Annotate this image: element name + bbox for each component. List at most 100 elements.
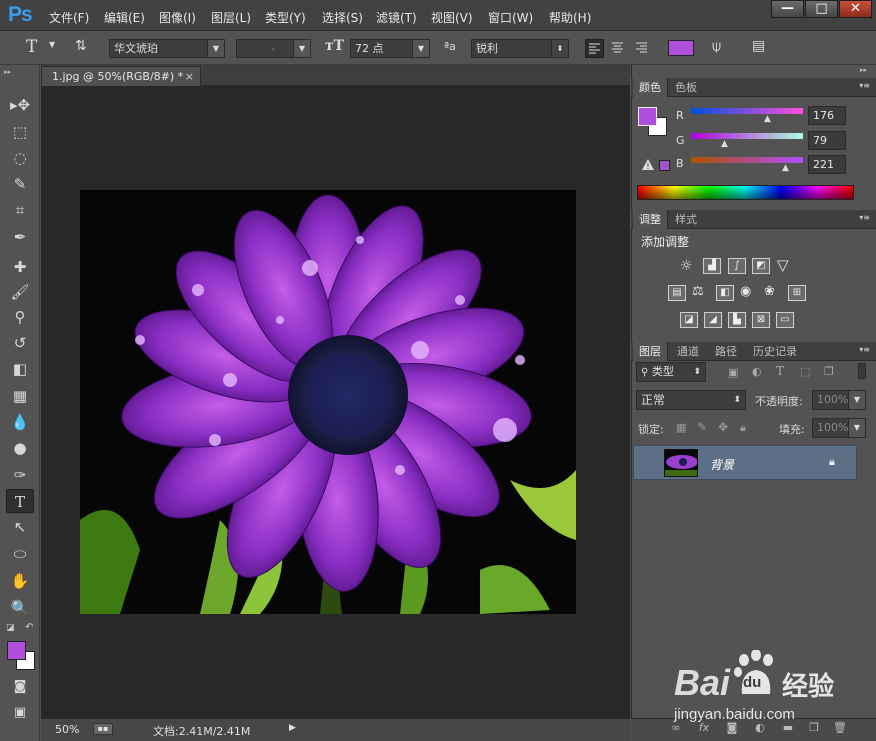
status-indicator-icon[interactable]: ▪▪	[93, 723, 113, 735]
preset-dropdown-icon[interactable]: ▼	[49, 40, 55, 49]
filter-pixel-icon[interactable]: ▣	[728, 366, 738, 379]
document-image[interactable]	[80, 190, 576, 614]
move-tool-icon[interactable]: ▸✥	[6, 93, 34, 117]
menu-select[interactable]: 选择(S)	[322, 9, 363, 26]
threshold-icon[interactable]: ▙	[728, 312, 746, 328]
filter-adjustment-icon[interactable]: ◐	[752, 365, 762, 378]
color-panel-foreground-swatch[interactable]	[638, 107, 657, 126]
zoom-tool-icon[interactable]: 🔍	[6, 596, 34, 620]
black-white-icon[interactable]: ◧	[716, 285, 734, 301]
eraser-tool-icon[interactable]: ◧	[6, 357, 34, 381]
opacity-input[interactable]: 100% ▼	[812, 390, 866, 410]
slider-thumb-icon[interactable]: ▲	[782, 163, 789, 173]
healing-brush-tool-icon[interactable]: ✚	[6, 255, 34, 279]
channel-r-value[interactable]: 176	[808, 106, 846, 125]
filter-smart-object-icon[interactable]: ❐	[824, 365, 834, 378]
warp-text-icon[interactable]: ⍦	[712, 37, 721, 55]
lock-transparent-icon[interactable]: ▦	[676, 421, 686, 434]
menu-view[interactable]: 视图(V)	[431, 9, 473, 26]
brightness-contrast-icon[interactable]: ☼	[680, 258, 693, 274]
screen-mode-icon[interactable]: ▣	[6, 701, 34, 725]
menu-image[interactable]: 图像(I)	[159, 9, 196, 26]
text-color-swatch[interactable]	[668, 40, 694, 56]
gradient-map-icon[interactable]: ▭	[776, 312, 794, 328]
clone-stamp-tool-icon[interactable]: ⚲	[6, 305, 34, 329]
align-left-button[interactable]	[585, 39, 604, 58]
color-balance-icon[interactable]: ⚖	[692, 284, 704, 299]
menu-type[interactable]: 类型(Y)	[265, 9, 306, 26]
gradient-tool-icon[interactable]: ▦	[6, 384, 34, 408]
channel-b-value[interactable]: 221	[808, 155, 846, 174]
font-style-select[interactable]: - ▼	[236, 39, 311, 58]
menu-edit[interactable]: 编辑(E)	[104, 9, 145, 26]
close-window-button[interactable]: ✕	[839, 0, 872, 18]
zoom-level[interactable]: 50%	[55, 723, 79, 736]
invert-icon[interactable]: ◪	[680, 312, 698, 328]
vibrance-icon[interactable]: ▽	[777, 256, 789, 274]
panel-menu-icon[interactable]: ▾≡	[859, 81, 870, 90]
path-selection-tool-icon[interactable]: ↖	[6, 515, 34, 539]
selective-color-icon[interactable]: ⊠	[752, 312, 770, 328]
marquee-tool-icon[interactable]: ⬚	[6, 120, 34, 144]
quick-mask-icon[interactable]: ◙	[6, 675, 34, 699]
swap-colors-icon[interactable]: ↶	[25, 622, 33, 633]
slider-thumb-icon[interactable]: ▲	[764, 114, 771, 124]
curves-icon[interactable]: ∫	[728, 258, 746, 274]
crop-tool-icon[interactable]: ⌗	[6, 198, 34, 222]
lock-pixels-icon[interactable]: ✎	[697, 420, 707, 434]
hue-saturation-icon[interactable]: ▤	[668, 285, 686, 301]
menu-file[interactable]: 文件(F)	[49, 9, 89, 26]
posterize-icon[interactable]: ◢	[704, 312, 722, 328]
out-of-gamut-warning-icon[interactable]: !	[642, 159, 654, 171]
tab-paths[interactable]: 路径	[709, 342, 743, 361]
hand-tool-icon[interactable]: ✋	[6, 569, 34, 593]
tab-layers[interactable]: 图层	[633, 342, 668, 361]
tab-swatches[interactable]: 色板	[669, 78, 703, 97]
layer-name[interactable]: 背景	[710, 456, 734, 473]
eyedropper-tool-icon[interactable]: ✒	[6, 225, 34, 249]
lock-all-icon[interactable]: 🔒︎	[740, 421, 746, 435]
tab-color[interactable]: 颜色	[633, 78, 668, 97]
panel-menu-icon[interactable]: ▾≡	[859, 345, 870, 354]
lasso-tool-icon[interactable]: ◌	[6, 146, 34, 170]
layer-filter-select[interactable]: ⚲ 类型 ⬍	[636, 362, 706, 382]
gamut-swatch[interactable]	[659, 160, 670, 171]
channel-g-slider[interactable]	[691, 133, 803, 139]
quick-selection-tool-icon[interactable]: ✎	[6, 172, 34, 196]
tab-styles[interactable]: 样式	[669, 210, 703, 229]
dock-collapse-icon[interactable]: ▸▸	[860, 66, 867, 74]
dodge-tool-icon[interactable]: ●	[6, 436, 34, 460]
history-brush-tool-icon[interactable]: ↺	[6, 331, 34, 355]
document-tab[interactable]: 1.jpg @ 50%(RGB/8#) * ×	[41, 66, 201, 86]
brush-tool-icon[interactable]: 🖌	[6, 280, 34, 304]
antialias-select[interactable]: 锐利 ⬍	[471, 39, 569, 58]
font-family-select[interactable]: 华文琥珀 ▼	[109, 39, 225, 58]
photo-filter-icon[interactable]: ◉	[740, 284, 751, 299]
fill-input[interactable]: 100% ▼	[812, 418, 866, 438]
ellipse-tool-icon[interactable]: ⬭	[6, 542, 34, 566]
maximize-button[interactable]: □	[805, 0, 838, 18]
default-colors-icon[interactable]: ◪	[6, 623, 15, 633]
blur-tool-icon[interactable]: 💧	[6, 410, 34, 434]
menu-filter[interactable]: 滤镜(T)	[376, 9, 417, 26]
channel-mixer-icon[interactable]: ❀	[764, 284, 775, 299]
tab-adjustments[interactable]: 调整	[633, 210, 668, 229]
blend-mode-select[interactable]: 正常 ⬍	[636, 390, 746, 410]
pen-tool-icon[interactable]: ✑	[6, 463, 34, 487]
layer-row[interactable]: 背景 🔒︎	[633, 445, 857, 480]
tab-channels[interactable]: 通道	[671, 342, 705, 361]
menu-layer[interactable]: 图层(L)	[211, 9, 251, 26]
filter-toggle[interactable]	[858, 363, 866, 379]
font-size-select[interactable]: 72 点 ▼	[350, 39, 430, 58]
color-ramp[interactable]	[637, 185, 854, 200]
panel-menu-icon[interactable]: ▾≡	[859, 213, 870, 222]
tab-history[interactable]: 历史记录	[747, 342, 803, 361]
align-right-button[interactable]	[633, 39, 652, 58]
close-tab-icon[interactable]: ×	[185, 67, 194, 86]
menu-help[interactable]: 帮助(H)	[549, 9, 591, 26]
exposure-icon[interactable]: ◩	[752, 258, 770, 274]
channel-g-value[interactable]: 79	[808, 131, 846, 150]
character-panel-icon[interactable]: ▤	[752, 38, 765, 54]
foreground-color-swatch[interactable]	[7, 641, 26, 660]
type-tool-icon[interactable]: T	[6, 489, 34, 513]
